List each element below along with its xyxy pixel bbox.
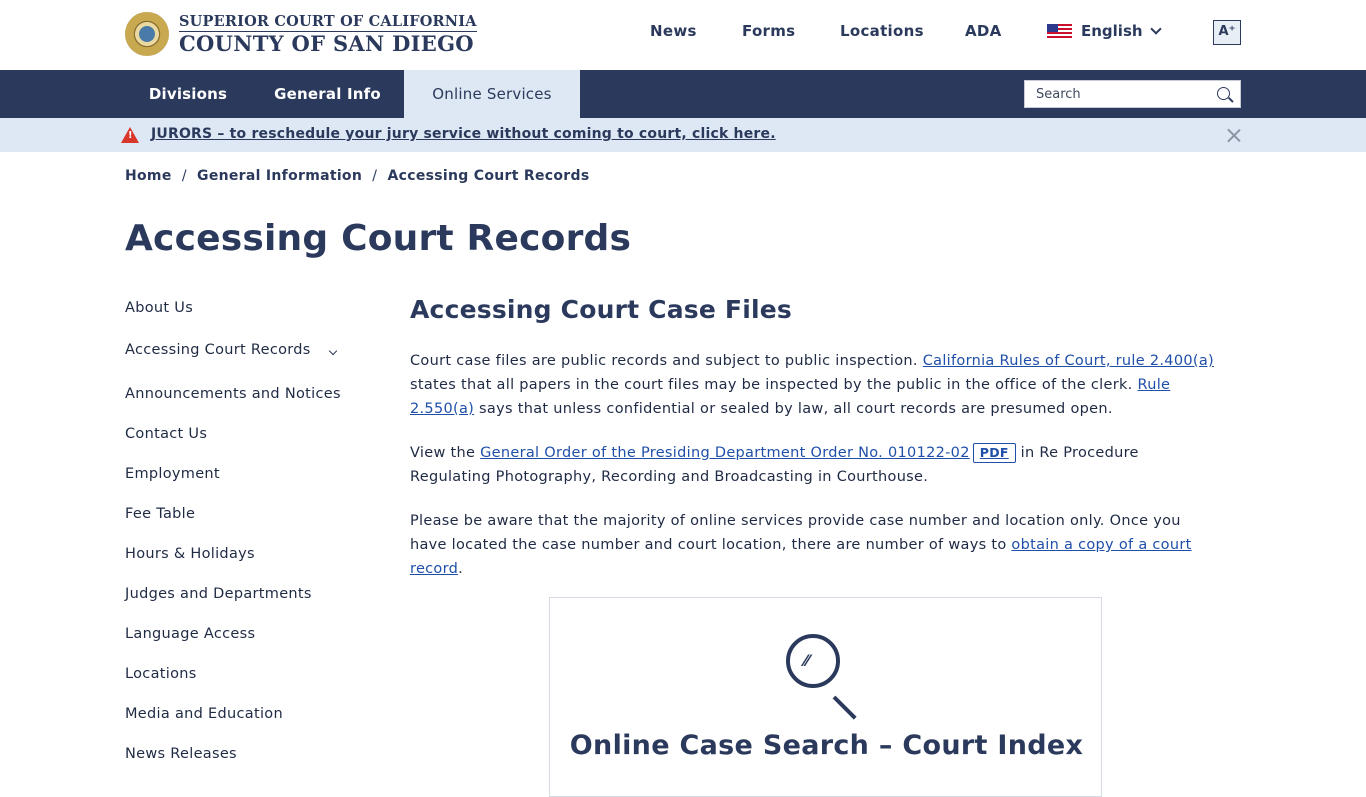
top-link-forms[interactable]: Forms bbox=[742, 22, 795, 40]
sidebar-item-media-education[interactable]: Media and Education bbox=[125, 706, 283, 722]
sidebar-item-fee-table[interactable]: Fee Table bbox=[125, 506, 195, 522]
sidebar-item-employment[interactable]: Employment bbox=[125, 466, 220, 482]
main-content: Accessing Court Case Files Court case fi… bbox=[410, 295, 1230, 577]
nav-online-services[interactable]: Online Services bbox=[404, 70, 580, 118]
sidebar-item-language-access[interactable]: Language Access bbox=[125, 626, 255, 642]
search-icon[interactable] bbox=[1217, 87, 1230, 100]
general-order-link[interactable]: General Order of the Presiding Departmen… bbox=[480, 445, 970, 461]
nav-general-info[interactable]: General Info bbox=[251, 70, 404, 118]
alert-link[interactable]: JURORS – to reschedule your jury service… bbox=[151, 126, 776, 142]
sidebar-item-judges[interactable]: Judges and Departments bbox=[125, 586, 312, 602]
close-icon[interactable] bbox=[1227, 128, 1241, 142]
nav-divisions[interactable]: Divisions bbox=[125, 70, 251, 118]
paragraph-public-records: Court case files are public records and … bbox=[410, 349, 1222, 421]
chevron-down-icon[interactable] bbox=[328, 346, 338, 356]
magnifying-glass-icon: ⁄⁄ bbox=[786, 634, 840, 688]
us-flag-icon bbox=[1047, 24, 1072, 38]
online-case-search-card[interactable]: ⁄⁄ Online Case Search – Court Index bbox=[549, 597, 1102, 797]
main-nav: Divisions General Info Online Services bbox=[0, 70, 1366, 118]
language-selector[interactable]: English bbox=[1047, 22, 1162, 40]
breadcrumb-current: Accessing Court Records bbox=[387, 168, 590, 184]
language-label: English bbox=[1081, 22, 1143, 40]
sidebar-item-locations[interactable]: Locations bbox=[125, 666, 197, 682]
paragraph-text: states that all papers in the court file… bbox=[410, 377, 1138, 393]
sidebar-item-accessing-court-records[interactable]: Accessing Court Records bbox=[125, 342, 311, 358]
card-title: Online Case Search – Court Index bbox=[569, 730, 1084, 761]
text-size-button[interactable]: A⁺ bbox=[1213, 20, 1241, 45]
top-link-news[interactable]: News bbox=[650, 22, 697, 40]
search-box bbox=[1024, 80, 1241, 108]
paragraph-text: Court case files are public records and … bbox=[410, 353, 923, 369]
sidebar-item-about-us[interactable]: About Us bbox=[125, 300, 193, 316]
breadcrumb: Home / General Information / Accessing C… bbox=[125, 168, 589, 184]
paragraph-online-services: Please be aware that the majority of onl… bbox=[410, 509, 1222, 581]
logo-line-1: SUPERIOR COURT OF CALIFORNIA bbox=[179, 12, 477, 32]
court-logo-link[interactable]: SUPERIOR COURT OF CALIFORNIA COUNTY OF S… bbox=[125, 12, 477, 56]
logo-text: SUPERIOR COURT OF CALIFORNIA COUNTY OF S… bbox=[179, 13, 477, 56]
court-seal-icon bbox=[125, 12, 169, 56]
paragraph-text: . bbox=[458, 561, 464, 577]
top-link-ada[interactable]: ADA bbox=[965, 22, 1002, 40]
sidebar-item-hours-holidays[interactable]: Hours & Holidays bbox=[125, 546, 255, 562]
top-link-locations[interactable]: Locations bbox=[840, 22, 924, 40]
page-title: Accessing Court Records bbox=[125, 218, 632, 259]
breadcrumb-separator: / bbox=[372, 168, 378, 184]
alert-banner: ! JURORS – to reschedule your jury servi… bbox=[0, 118, 1366, 152]
sidebar-item-contact-us[interactable]: Contact Us bbox=[125, 426, 207, 442]
rule-2-400-link[interactable]: California Rules of Court, rule 2.400(a) bbox=[923, 353, 1214, 369]
search-input[interactable] bbox=[1025, 81, 1205, 107]
breadcrumb-separator: / bbox=[181, 168, 187, 184]
breadcrumb-general-information[interactable]: General Information bbox=[197, 168, 362, 184]
content-heading: Accessing Court Case Files bbox=[410, 295, 792, 324]
paragraph-text: View the bbox=[410, 445, 481, 461]
sidebar-item-news-releases[interactable]: News Releases bbox=[125, 746, 237, 762]
paragraph-general-order: View the General Order of the Presiding … bbox=[410, 441, 1222, 489]
breadcrumb-home[interactable]: Home bbox=[125, 168, 172, 184]
paragraph-text: says that unless confidential or sealed … bbox=[474, 401, 1113, 417]
logo-line-2: COUNTY OF SAN DIEGO bbox=[179, 30, 474, 56]
top-header: SUPERIOR COURT OF CALIFORNIA COUNTY OF S… bbox=[0, 0, 1366, 70]
warning-icon: ! bbox=[121, 127, 139, 143]
pdf-badge[interactable]: PDF bbox=[972, 443, 1016, 463]
sidebar-item-announcements[interactable]: Announcements and Notices bbox=[125, 386, 341, 402]
chevron-down-icon bbox=[1149, 23, 1162, 35]
